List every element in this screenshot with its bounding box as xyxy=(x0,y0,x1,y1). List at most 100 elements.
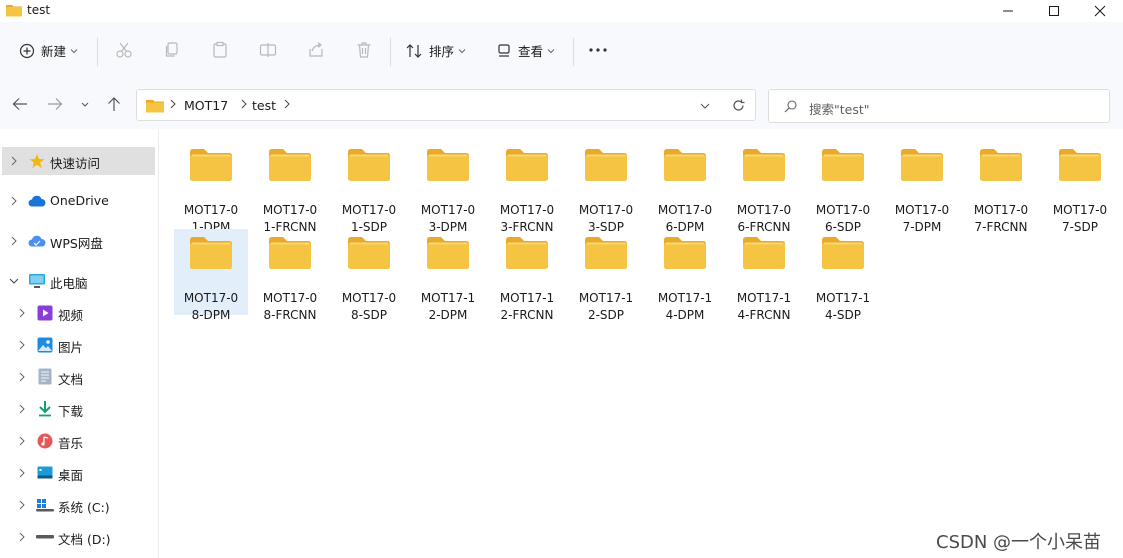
cut-icon[interactable] xyxy=(115,41,133,59)
breadcrumb-mot17[interactable]: MOT17 xyxy=(184,98,228,113)
sidebar-item-this-pc[interactable]: 此电脑 xyxy=(0,267,158,295)
recent-locations-chevron-icon[interactable] xyxy=(81,102,89,108)
folder-item[interactable]: MOT17-0 1-DPM xyxy=(174,141,248,234)
chevron-right-icon[interactable] xyxy=(19,340,25,350)
folder-item[interactable]: MOT17-0 7-SDP xyxy=(1043,141,1117,234)
sidebar-label: 桌面 xyxy=(58,468,84,483)
folder-name-line1: MOT17-1 xyxy=(815,291,871,305)
folder-name-line2: 2-FRCNN xyxy=(500,308,554,322)
folder-item[interactable]: MOT17-1 2-SDP xyxy=(569,229,643,322)
star-icon xyxy=(29,154,45,168)
chevron-right-icon[interactable] xyxy=(11,196,17,206)
forward-icon[interactable] xyxy=(47,97,63,111)
folder-icon xyxy=(585,149,627,181)
sidebar-item-system-c[interactable]: 系统 (C:) xyxy=(0,491,158,519)
maximize-icon xyxy=(1049,6,1059,16)
picture-icon xyxy=(37,337,53,353)
sidebar-item-onedrive[interactable]: OneDrive xyxy=(0,187,158,215)
folder-item[interactable]: MOT17-0 6-FRCNN xyxy=(727,141,801,234)
folder-item[interactable]: MOT17-0 3-FRCNN xyxy=(490,141,564,234)
chevron-right-icon[interactable] xyxy=(19,404,25,414)
up-icon[interactable] xyxy=(107,96,121,112)
folder-item[interactable]: MOT17-0 8-DPM xyxy=(174,229,248,322)
close-icon xyxy=(1094,5,1106,17)
wps-cloud-icon xyxy=(28,235,46,247)
back-icon[interactable] xyxy=(12,97,28,111)
close-button[interactable] xyxy=(1077,0,1123,22)
folder-item[interactable]: MOT17-0 7-FRCNN xyxy=(964,141,1038,234)
view-button[interactable]: 查看 xyxy=(496,22,555,79)
watermark: CSDN @一个小呆苗 xyxy=(936,532,1102,553)
sidebar-item-pictures[interactable]: 图片 xyxy=(0,331,158,359)
folder-item[interactable]: MOT17-0 8-SDP xyxy=(332,229,406,322)
new-button[interactable]: 新建 xyxy=(19,22,78,79)
folder-icon xyxy=(6,3,22,20)
command-bar: 新建 排序 查看 xyxy=(0,22,1123,80)
sidebar-item-music[interactable]: 音乐 xyxy=(0,427,158,455)
sidebar-item-desktop[interactable]: 桌面 xyxy=(0,459,158,487)
music-icon xyxy=(37,433,53,449)
folder-item[interactable]: MOT17-0 7-DPM xyxy=(885,141,959,234)
folder-item[interactable]: MOT17-1 4-SDP xyxy=(806,229,880,322)
sidebar-label: 此电脑 xyxy=(50,276,88,291)
folder-icon xyxy=(743,237,785,269)
folder-name-line1: MOT17-1 xyxy=(578,291,634,305)
chevron-right-icon[interactable] xyxy=(19,372,25,382)
chevron-down-icon xyxy=(547,48,555,53)
search-box[interactable]: 搜索"test" xyxy=(768,89,1110,123)
folder-item[interactable]: MOT17-0 3-SDP xyxy=(569,141,643,234)
folder-icon xyxy=(901,149,943,181)
sidebar-item-videos[interactable]: 视频 xyxy=(0,299,158,327)
chevron-right-icon[interactable] xyxy=(11,236,17,246)
folder-item[interactable]: MOT17-0 3-DPM xyxy=(411,141,485,234)
plus-circle-icon xyxy=(19,43,35,58)
sidebar-label: WPS网盘 xyxy=(50,236,103,251)
folder-item[interactable]: MOT17-0 6-SDP xyxy=(806,141,880,234)
folder-item[interactable]: MOT17-0 8-FRCNN xyxy=(253,229,327,322)
folder-name-line1: MOT17-0 xyxy=(341,203,397,217)
minimize-button[interactable] xyxy=(985,0,1031,22)
chevron-right-icon xyxy=(170,99,176,109)
breadcrumb-test[interactable]: test xyxy=(252,98,276,113)
sidebar-item-documents-d[interactable]: 文档 (D:) xyxy=(0,523,158,551)
more-options-icon[interactable] xyxy=(588,47,608,53)
folder-icon xyxy=(506,237,548,269)
folder-item[interactable]: MOT17-0 1-FRCNN xyxy=(253,141,327,234)
copy-icon[interactable] xyxy=(163,41,181,59)
sidebar-item-documents[interactable]: 文档 xyxy=(0,363,158,391)
chevron-right-icon[interactable] xyxy=(19,436,25,446)
delete-icon[interactable] xyxy=(355,41,373,59)
folder-item[interactable]: MOT17-1 4-DPM xyxy=(648,229,722,322)
sort-button[interactable]: 排序 xyxy=(406,22,466,79)
folder-name-line2: 4-DPM xyxy=(665,308,705,322)
folder-item[interactable]: MOT17-1 2-FRCNN xyxy=(490,229,564,322)
toolbar-separator xyxy=(390,38,391,66)
rename-icon[interactable] xyxy=(259,41,277,59)
address-history-chevron-icon[interactable] xyxy=(700,103,710,109)
chevron-right-icon[interactable] xyxy=(19,308,25,318)
sort-icon xyxy=(406,43,422,58)
address-bar[interactable]: MOT17 test xyxy=(136,89,756,121)
sidebar-item-downloads[interactable]: 下载 xyxy=(0,395,158,423)
folder-name-line1: MOT17-0 xyxy=(973,203,1029,217)
sidebar-label: 文档 xyxy=(58,372,84,387)
document-icon xyxy=(38,368,52,385)
title-bar: test xyxy=(0,0,1123,22)
chevron-right-icon[interactable] xyxy=(19,468,25,478)
chevron-right-icon[interactable] xyxy=(19,500,25,510)
sidebar-item-wps-cloud[interactable]: WPS网盘 xyxy=(0,227,158,255)
folder-item[interactable]: MOT17-0 6-DPM xyxy=(648,141,722,234)
paste-icon[interactable] xyxy=(211,41,229,59)
chevron-right-icon[interactable] xyxy=(19,532,25,542)
folder-item[interactable]: MOT17-0 1-SDP xyxy=(332,141,406,234)
sidebar-item-quick-access[interactable]: 快速访问 xyxy=(2,147,155,175)
folder-item[interactable]: MOT17-1 4-FRCNN xyxy=(727,229,801,322)
folder-name-line1: MOT17-0 xyxy=(262,203,318,217)
sidebar-label: 文档 (D:) xyxy=(58,532,111,547)
folder-item[interactable]: MOT17-1 2-DPM xyxy=(411,229,485,322)
refresh-icon[interactable] xyxy=(732,99,745,112)
share-icon[interactable] xyxy=(307,41,325,59)
maximize-button[interactable] xyxy=(1031,0,1077,22)
chevron-right-icon[interactable] xyxy=(11,156,17,166)
chevron-down-icon[interactable] xyxy=(9,278,19,284)
